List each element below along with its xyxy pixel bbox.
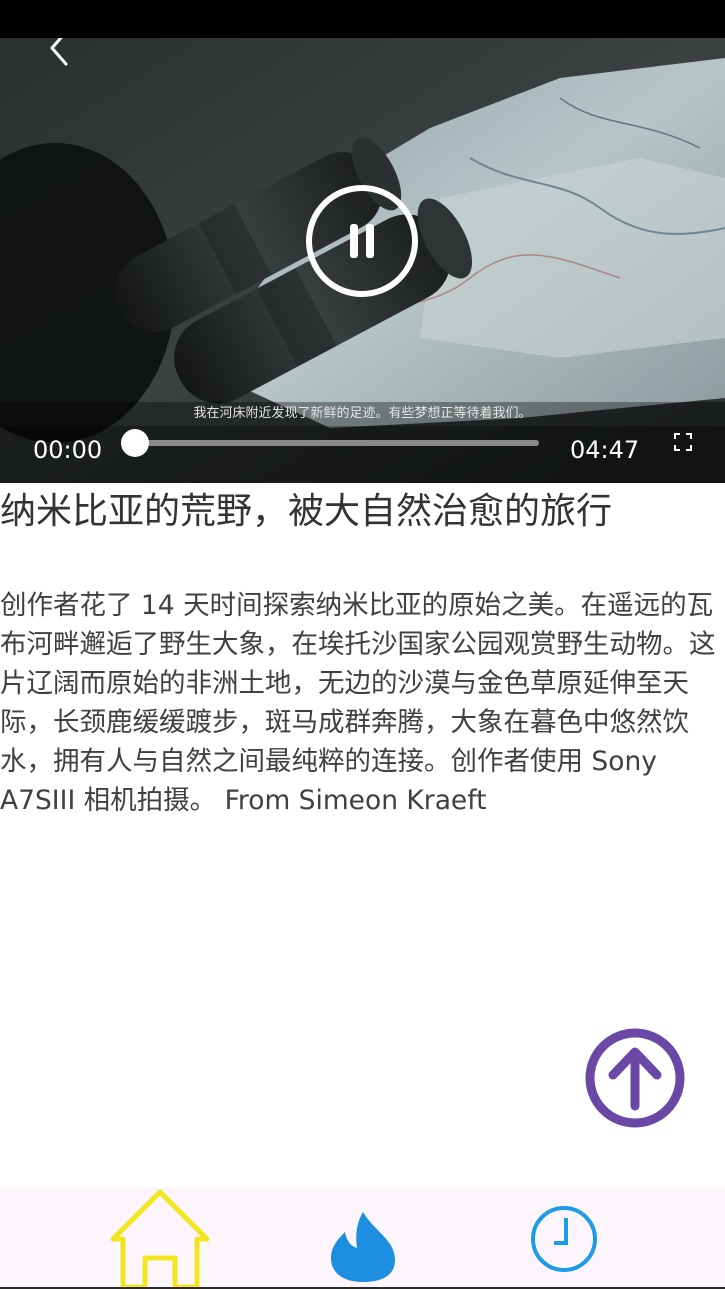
player-controls: 00:00 04:47 — [0, 426, 725, 483]
home-icon — [110, 1189, 210, 1289]
video-subtitle: 我在河床附近发现了新鲜的足迹。有些梦想正等待着我们。 — [0, 402, 725, 426]
bottom-navigation — [0, 1188, 725, 1289]
flame-icon — [331, 1212, 395, 1282]
nav-history[interactable] — [520, 1188, 610, 1289]
nav-home[interactable] — [105, 1188, 215, 1289]
seek-bar[interactable] — [121, 429, 539, 457]
video-player[interactable]: 我在河床附近发现了新鲜的足迹。有些梦想正等待着我们。 00:00 04:47 — [0, 38, 725, 483]
clock-icon — [531, 1206, 597, 1272]
scroll-to-top-button[interactable] — [583, 1026, 687, 1130]
video-title: 纳米比亚的荒野，被大自然治愈的旅行 — [0, 491, 613, 532]
chevron-left-icon — [50, 38, 68, 66]
nav-hot[interactable] — [315, 1188, 410, 1289]
fullscreen-icon — [674, 433, 692, 451]
fullscreen-button[interactable] — [672, 431, 694, 453]
pause-button[interactable] — [305, 184, 419, 298]
current-time: 00:00 — [33, 436, 103, 464]
screen: 我在河床附近发现了新鲜的足迹。有些梦想正等待着我们。 00:00 04:47 纳… — [0, 0, 725, 1289]
arrow-up-circle-icon — [585, 1028, 685, 1128]
video-description: 创作者花了 14 天时间探索纳米比亚的原始之美。在遥远的瓦布河畔邂逅了野生大象，… — [0, 590, 716, 816]
pause-icon — [306, 185, 418, 297]
back-button[interactable] — [40, 38, 80, 82]
seek-thumb[interactable] — [121, 429, 149, 457]
total-time: 04:47 — [570, 436, 640, 464]
status-bar — [0, 0, 725, 38]
